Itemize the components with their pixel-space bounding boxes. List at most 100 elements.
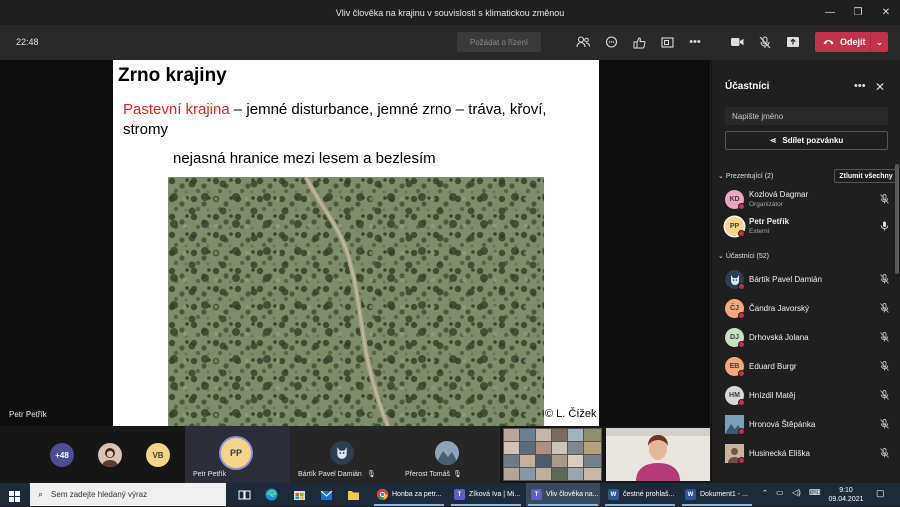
participant-row[interactable]: Hronová Štěpánka bbox=[725, 412, 893, 438]
system-tray-chevron-icon[interactable]: ⌃ bbox=[762, 489, 768, 497]
mic-off-icon bbox=[880, 419, 889, 431]
avatar bbox=[330, 441, 354, 465]
taskbar-app[interactable]: W Dokument1 - ... bbox=[680, 483, 754, 506]
panel-title: Účastníci bbox=[725, 81, 770, 92]
video-strip: +48 VB PP Petr Petřík Bártík Pavel Damiá… bbox=[0, 426, 710, 483]
participant-search-input[interactable] bbox=[725, 107, 888, 125]
shared-slide: Zrno krajiny Pastevní krajina – jemné di… bbox=[113, 60, 599, 426]
status-dot bbox=[738, 399, 745, 406]
meeting-stage: Zrno krajiny Pastevní krajina – jemné di… bbox=[0, 60, 710, 426]
participant-row[interactable]: PP Petr Petřík Externí bbox=[725, 214, 893, 240]
maximize-button[interactable]: ❐ bbox=[844, 0, 872, 25]
edge-icon[interactable] bbox=[265, 488, 278, 506]
status-dot bbox=[738, 312, 745, 319]
participant-name: Bártík Pavel Damián bbox=[749, 275, 822, 284]
taskbar-search-box[interactable]: ⌕ Sem zadejte hledaný výraz bbox=[30, 483, 226, 506]
status-dot bbox=[738, 457, 745, 464]
store-icon[interactable] bbox=[293, 488, 306, 506]
file-explorer-icon[interactable] bbox=[347, 488, 360, 506]
participants-icon[interactable] bbox=[574, 33, 592, 51]
share-icon: ⋖ bbox=[769, 136, 777, 145]
share-invite-label: Sdílet pozvánku bbox=[782, 136, 844, 145]
participant-role: Organizátor bbox=[749, 201, 783, 208]
breakout-rooms-icon[interactable] bbox=[658, 33, 676, 51]
close-icon[interactable]: ✕ bbox=[875, 80, 885, 94]
mic-off-icon bbox=[880, 194, 889, 206]
avatar: PP bbox=[221, 438, 251, 468]
attendees-section-header[interactable]: ⌄ Účastníci (52) bbox=[718, 252, 769, 260]
slide-bullet: Pastevní krajina – jemné disturbance, je… bbox=[123, 100, 593, 140]
minimize-button[interactable]: — bbox=[816, 0, 844, 25]
participant-row[interactable]: ČJ Čandra Javorský bbox=[725, 296, 893, 322]
photo-credit: © L. Čížek bbox=[545, 408, 597, 420]
participant-name: Hronová Štěpánka bbox=[749, 420, 816, 429]
gallery-video-tile[interactable] bbox=[503, 428, 602, 481]
task-view-icon[interactable] bbox=[238, 488, 251, 506]
avatar[interactable]: VB bbox=[146, 443, 170, 467]
mic-on-icon bbox=[880, 221, 889, 233]
share-invite-button[interactable]: ⋖ Sdílet pozvánku bbox=[725, 131, 888, 150]
video-tile-active[interactable]: PP Petr Petřík bbox=[185, 426, 290, 483]
taskbar-app[interactable]: T Zíková Iva | Mi... bbox=[449, 483, 523, 506]
taskbar-clock[interactable]: 9:10 09.04.2021 bbox=[826, 486, 866, 504]
speaker-video-tile[interactable] bbox=[606, 428, 710, 481]
video-tile[interactable]: Přerost Tomáš 🎙 bbox=[395, 426, 500, 483]
more-options-icon[interactable]: ••• bbox=[854, 80, 866, 92]
presenters-section-header[interactable]: ⌄ Prezentující (2) bbox=[718, 172, 773, 180]
more-actions-icon[interactable]: ••• bbox=[686, 33, 704, 51]
mic-off-icon bbox=[880, 390, 889, 402]
close-window-button[interactable]: ✕ bbox=[872, 0, 900, 25]
participant-name: Čandra Javorský bbox=[749, 304, 810, 313]
presenters-count: Prezentující (2) bbox=[725, 173, 774, 180]
taskbar-app[interactable]: W čestné prohlaš... bbox=[603, 483, 677, 506]
panel-scrollbar[interactable] bbox=[895, 164, 899, 274]
participant-role: Externí bbox=[749, 228, 770, 235]
clock-date: 09.04.2021 bbox=[828, 496, 864, 503]
meeting-timer: 22:48 bbox=[16, 37, 39, 47]
teams-icon: T bbox=[454, 489, 465, 500]
chat-icon[interactable] bbox=[602, 33, 620, 51]
meeting-toolbar: 22:48 Požádat o řízení ••• Odejít ⌄ bbox=[0, 25, 900, 60]
mute-all-button[interactable]: Ztlumit všechny bbox=[834, 169, 898, 183]
chevron-down-icon[interactable]: ⌄ bbox=[870, 32, 888, 52]
volume-icon[interactable]: ◁) bbox=[792, 488, 801, 497]
taskbar-app-active[interactable]: T Vliv člověka na... bbox=[526, 483, 600, 506]
participant-thumbnail[interactable] bbox=[98, 443, 122, 467]
participant-name: Kozlová Dagmar bbox=[749, 190, 809, 199]
camera-icon[interactable] bbox=[728, 33, 746, 51]
participant-row[interactable]: KD Kozlová Dagmar Organizátor bbox=[725, 187, 893, 213]
leave-meeting-button[interactable]: Odejít ⌄ bbox=[815, 32, 888, 52]
presenter-name-label: Petr Petřík bbox=[9, 410, 47, 419]
participant-row[interactable]: DJ Drhovská Jolana bbox=[725, 325, 893, 351]
participant-row[interactable]: EB Eduard Burgr bbox=[725, 354, 893, 380]
mic-off-icon bbox=[880, 274, 889, 286]
video-tile[interactable]: Bártík Pavel Damián 🎙 bbox=[290, 426, 395, 483]
windows-start-icon[interactable] bbox=[9, 489, 20, 507]
network-icon[interactable]: ▭ bbox=[776, 488, 784, 497]
mail-icon[interactable] bbox=[320, 488, 333, 506]
participant-row[interactable]: Husinecká Eliška bbox=[725, 441, 893, 467]
participant-row[interactable]: Bártík Pavel Damián bbox=[725, 267, 893, 293]
overflow-participants-button[interactable]: +48 bbox=[50, 443, 74, 467]
taskbar-app-label: čestné prohlaš... bbox=[623, 491, 675, 498]
window-title-bar: Vliv člověka na krajinu v souvislosti s … bbox=[0, 0, 900, 25]
request-control-button[interactable]: Požádat o řízení bbox=[457, 32, 541, 52]
reactions-icon[interactable] bbox=[630, 33, 648, 51]
notifications-icon[interactable]: ▢ bbox=[876, 488, 885, 499]
mic-off-icon bbox=[880, 448, 889, 460]
status-dot bbox=[738, 283, 745, 290]
status-dot bbox=[738, 341, 745, 348]
taskbar-app[interactable]: Honba za petr... bbox=[372, 483, 446, 506]
participant-name: Hnízdil Matěj bbox=[749, 391, 796, 400]
status-dot bbox=[738, 230, 745, 237]
slide-subtext: nejasná hranice mezi lesem a bezlesím bbox=[173, 150, 436, 167]
windows-taskbar: ⌕ Sem zadejte hledaný výraz Honba za pet… bbox=[0, 483, 900, 506]
mic-off-icon bbox=[880, 303, 889, 315]
participant-row[interactable]: HM Hnízdil Matěj bbox=[725, 383, 893, 409]
search-icon: ⌕ bbox=[38, 489, 44, 499]
language-icon[interactable]: ⌨ bbox=[809, 488, 821, 497]
share-screen-icon[interactable] bbox=[784, 33, 802, 51]
leave-label: Odejít bbox=[840, 37, 866, 47]
mic-muted-icon[interactable] bbox=[756, 33, 774, 51]
avatar-photo bbox=[435, 441, 459, 465]
